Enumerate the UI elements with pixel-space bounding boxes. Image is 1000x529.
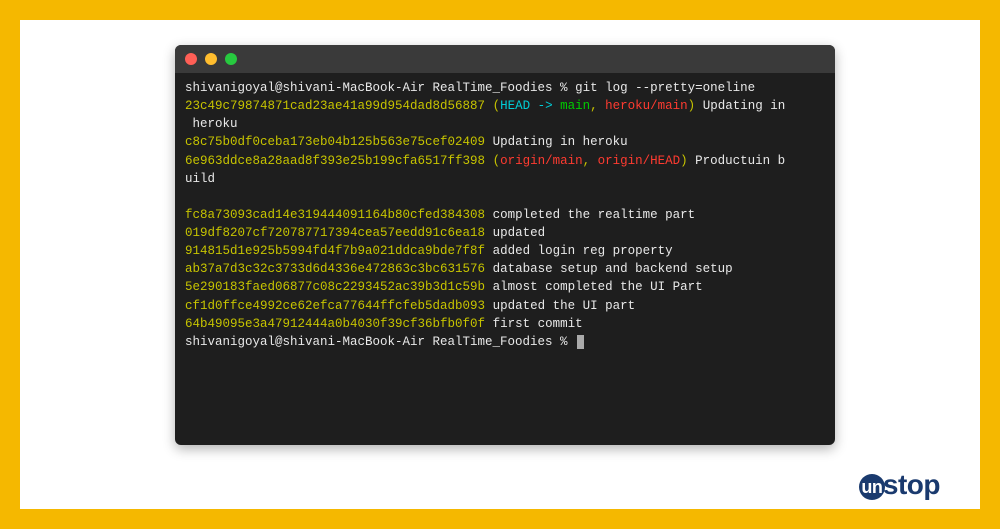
command-text: git log --pretty=oneline: [575, 81, 755, 95]
commit-msg-wrap: uild: [185, 172, 215, 186]
cursor-icon: [577, 335, 584, 349]
commit-msg: added login reg property: [493, 244, 673, 258]
commit-msg: almost completed the UI Part: [493, 280, 703, 294]
commit-msg: Productuin b: [695, 154, 785, 168]
ref-open: (: [493, 99, 501, 113]
commit-msg: database setup and backend setup: [493, 262, 733, 276]
commit-msg: Updating in heroku: [493, 135, 628, 149]
commit-hash: cf1d0ffce4992ce62efca77644ffcfeb5dadb093: [185, 299, 485, 313]
arrow-icon: ->: [530, 99, 560, 113]
terminal-window: shivanigoyal@shivani-MacBook-Air RealTim…: [175, 45, 835, 445]
head-ref: HEAD: [500, 99, 530, 113]
commit-msg: Updating in: [703, 99, 786, 113]
commit-msg: completed the realtime part: [493, 208, 696, 222]
ref-close: ): [688, 99, 696, 113]
shell-prompt: shivanigoyal@shivani-MacBook-Air RealTim…: [185, 81, 575, 95]
commit-hash: c8c75b0df0ceba173eb04b125b563e75cef02409: [185, 135, 485, 149]
terminal-body[interactable]: shivanigoyal@shivani-MacBook-Air RealTim…: [175, 73, 835, 445]
commit-hash: 23c49c79874871cad23ae41a99d954dad8d56887: [185, 99, 485, 113]
commit-hash: 914815d1e925b5994fd4f7b9a021ddca9bde7f8f: [185, 244, 485, 258]
logo-circle-icon: un: [859, 474, 885, 500]
ref-close: ): [680, 154, 688, 168]
commit-hash: fc8a73093cad14e319444091164b80cfed384308: [185, 208, 485, 222]
origin-main-ref: origin/main: [500, 154, 583, 168]
ref-open: (: [493, 154, 501, 168]
minimize-icon[interactable]: [205, 53, 217, 65]
logo-text: stop: [883, 469, 940, 500]
unstop-logo: unstop: [859, 469, 940, 501]
branch-main: main: [560, 99, 590, 113]
commit-hash: 64b49095e3a47912444a0b4030f39cf36bfb0f0f: [185, 317, 485, 331]
commit-hash: 6e963ddce8a28aad8f393e25b199cfa6517ff398: [185, 154, 485, 168]
commit-msg-wrap: heroku: [185, 117, 238, 131]
shell-prompt: shivanigoyal@shivani-MacBook-Air RealTim…: [185, 335, 575, 349]
origin-head-ref: origin/HEAD: [598, 154, 681, 168]
commit-hash: 019df8207cf720787717394cea57eedd91c6ea18: [185, 226, 485, 240]
close-icon[interactable]: [185, 53, 197, 65]
commit-msg: updated: [493, 226, 546, 240]
commit-msg: first commit: [493, 317, 583, 331]
commit-msg: updated the UI part: [493, 299, 636, 313]
commit-hash: ab37a7d3c32c3733d6d4336e472863c3bc631576: [185, 262, 485, 276]
window-titlebar: [175, 45, 835, 73]
commit-hash: 5e290183faed06877c08c2293452ac39b3d1c59b: [185, 280, 485, 294]
maximize-icon[interactable]: [225, 53, 237, 65]
remote-ref: heroku/main: [605, 99, 688, 113]
